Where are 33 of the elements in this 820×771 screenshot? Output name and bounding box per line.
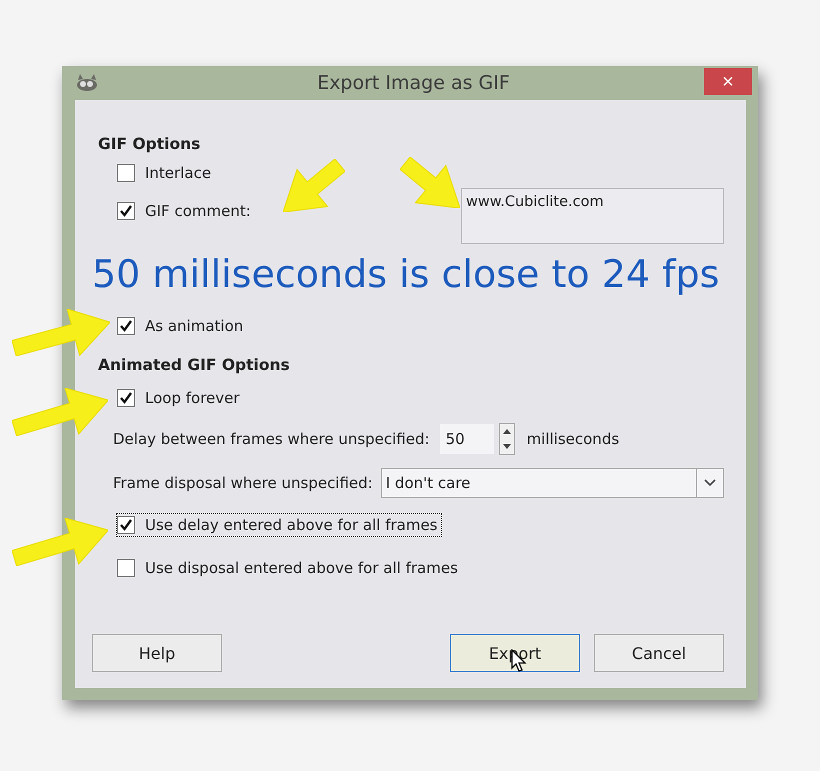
arrow-icon	[12, 308, 110, 356]
close-button[interactable]: ×	[704, 68, 752, 95]
checkbox[interactable]	[117, 317, 135, 335]
annotation-text: 50 milliseconds is close to 24 fps	[92, 252, 720, 296]
app-icon	[75, 74, 99, 92]
checkbox[interactable]	[117, 164, 135, 182]
chevron-down-icon	[704, 479, 716, 487]
spin-buttons[interactable]	[498, 423, 515, 455]
arrow-icon	[400, 156, 460, 208]
checkbox-label: Use delay entered above for all frames	[145, 516, 438, 534]
dialog-button[interactable]: Help	[92, 634, 222, 672]
delay-label: Delay between frames where unspecified:	[113, 430, 430, 448]
dialog-button[interactable]: Cancel	[594, 634, 724, 672]
comment-field[interactable]: www.Cubiclite.com	[461, 188, 724, 244]
arrow-icon	[12, 388, 108, 436]
section-heading: GIF Options	[98, 135, 200, 153]
delay-field[interactable]: 50	[440, 424, 494, 454]
arrow-icon	[283, 158, 346, 212]
checkbox-label: Use disposal entered above for all frames	[145, 559, 458, 577]
checkbox[interactable]	[117, 389, 135, 407]
unit-label: milliseconds	[526, 430, 620, 448]
checkbox-label: Interlace	[145, 164, 212, 182]
checkbox-label: Loop forever	[145, 389, 240, 407]
checkbox[interactable]	[117, 559, 135, 577]
arrow-icon	[12, 518, 108, 566]
checkbox-label: GIF comment:	[145, 202, 251, 220]
checkbox[interactable]	[117, 202, 135, 220]
checkbox[interactable]	[117, 516, 135, 534]
checkbox-label: As animation	[145, 317, 244, 335]
disposal-label: Frame disposal where unspecified:	[113, 474, 373, 492]
window-title: Export Image as GIF	[316, 72, 510, 94]
section-heading: Animated GIF Options	[98, 356, 290, 374]
disposal-dropdown[interactable]: I don't care	[380, 468, 724, 498]
